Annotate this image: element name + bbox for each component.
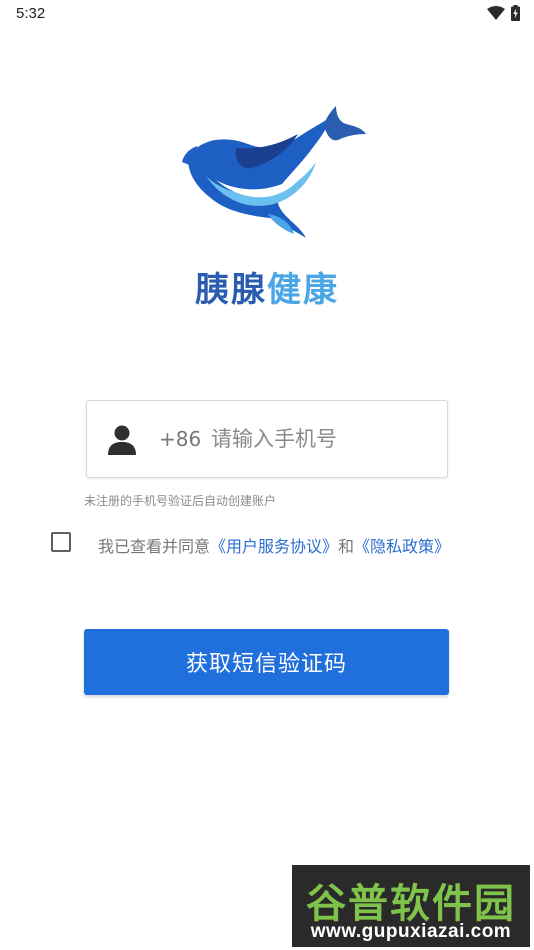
country-code[interactable]: +86	[159, 427, 201, 451]
status-icons	[487, 5, 520, 21]
phone-input[interactable]	[211, 418, 437, 460]
agreement-text: 我已查看并同意《用户服务协议》和《隐私政策》	[98, 533, 450, 557]
watermark-url: www.gupuxiazai.com	[310, 921, 512, 942]
app-name-part2: 健康	[267, 270, 339, 310]
agreement-and: 和	[338, 537, 355, 556]
agreement-checkbox[interactable]	[51, 532, 71, 552]
login-screen: 5:32 胰腺健康 +86 请输入手机号 未注册的手机号验证后自动创建账户 我已…	[0, 0, 534, 950]
battery-charging-icon	[511, 5, 520, 21]
wifi-icon	[487, 6, 505, 20]
whale-logo-icon	[182, 106, 366, 238]
user-agreement-link[interactable]: 《用户服务协议》	[210, 537, 338, 556]
watermark: 谷普软件园 www.gupuxiazai.com	[292, 865, 530, 947]
agreement-prefix: 我已查看并同意	[98, 537, 211, 556]
privacy-policy-link[interactable]: 《隐私政策》	[354, 537, 450, 556]
user-icon	[108, 425, 136, 455]
app-name: 胰腺健康	[0, 262, 534, 311]
status-time: 5:32	[16, 5, 46, 22]
get-sms-code-button[interactable]: 获取短信验证码	[84, 629, 449, 695]
app-name-part1: 胰腺	[195, 270, 267, 310]
register-hint: 未注册的手机号验证后自动创建账户	[84, 494, 277, 508]
status-bar: 5:32	[0, 0, 534, 28]
phone-field[interactable]: +86	[86, 400, 448, 478]
